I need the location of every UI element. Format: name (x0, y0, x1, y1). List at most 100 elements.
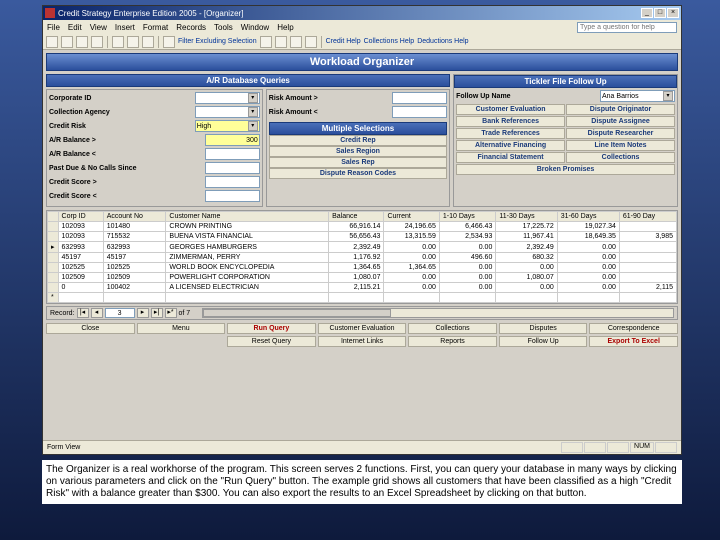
menu-records[interactable]: Records (176, 23, 206, 32)
col-header[interactable]: 11-30 Days (496, 212, 557, 222)
broken-promises-button[interactable]: Broken Promises (456, 164, 675, 175)
table-row[interactable]: 4519745197ZIMMERMAN, PERRY1,176.920.0049… (48, 253, 677, 263)
fin-stmt-button[interactable]: Financial Statement (456, 152, 565, 163)
cut-icon[interactable] (112, 36, 124, 48)
preview-icon[interactable] (91, 36, 103, 48)
table-row[interactable]: 102093715532BUENA VISTA FINANCIAL56,656.… (48, 232, 677, 242)
next-record-button[interactable]: ▸ (137, 308, 149, 318)
col-header[interactable]: 61-90 Day (619, 212, 676, 222)
disputes-button[interactable]: Disputes (499, 323, 588, 334)
copy-icon[interactable] (127, 36, 139, 48)
menu-window[interactable]: Window (241, 23, 269, 32)
prev-record-button[interactable]: ◂ (91, 308, 103, 318)
line-notes-button[interactable]: Line Item Notes (566, 140, 675, 151)
menu-button[interactable]: Menu (137, 323, 226, 334)
risk-label: Credit Risk (49, 123, 193, 130)
risk-select[interactable]: High▾ (195, 120, 260, 132)
record-pos-input[interactable] (105, 308, 135, 318)
menu-edit[interactable]: Edit (68, 23, 82, 32)
deductions-help-link[interactable]: Deductions Help (417, 38, 468, 45)
col-header[interactable]: Current (384, 212, 439, 222)
disp-orig-button[interactable]: Dispute Originator (566, 104, 675, 115)
sales-rep-button[interactable]: Sales Rep (269, 157, 447, 168)
score-lt-input[interactable] (205, 190, 260, 202)
export-to-excel-button[interactable]: Export To Excel (589, 336, 678, 347)
amt-lt-input[interactable] (392, 106, 447, 118)
menu-file[interactable]: File (47, 23, 60, 32)
undo-icon[interactable] (260, 36, 272, 48)
toolbar: Filter Excluding Selection Credit Help C… (43, 34, 681, 50)
cust-eval-button[interactable]: Customer Evaluation (456, 104, 565, 115)
save-icon[interactable] (61, 36, 73, 48)
query-panel-mid: Risk Amount > Risk Amount < Multiple Sel… (266, 89, 450, 207)
menu-format[interactable]: Format (143, 23, 168, 32)
col-header[interactable]: Customer Name (166, 212, 329, 222)
sales-region-button[interactable]: Sales Region (269, 146, 447, 157)
collections-help-link[interactable]: Collections Help (364, 38, 415, 45)
reports-button[interactable]: Reports (408, 336, 497, 347)
hscrollbar[interactable] (202, 308, 674, 318)
pastdue-input[interactable] (205, 162, 260, 174)
credit-rep-button[interactable]: Credit Rep (269, 135, 447, 146)
print-icon[interactable] (76, 36, 88, 48)
dispute-reason-button[interactable]: Dispute Reason Codes (269, 168, 447, 179)
bal-gt-label: A/R Balance > (49, 137, 203, 144)
followup-select[interactable]: Ana Barrios▾ (600, 90, 675, 102)
new-record-button[interactable]: ▸* (165, 308, 177, 318)
close-button[interactable]: Close (46, 323, 135, 334)
col-header[interactable]: Corp ID (58, 212, 103, 222)
disp-assign-button[interactable]: Dispute Assignee (566, 116, 675, 127)
col-header[interactable]: Account No (103, 212, 166, 222)
alt-fin-button[interactable]: Alternative Financing (456, 140, 565, 151)
titlebar: Credit Strategy Enterprise Edition 2005 … (43, 6, 681, 20)
col-header[interactable]: 31-60 Days (557, 212, 619, 222)
sort-asc-icon[interactable] (275, 36, 287, 48)
first-record-button[interactable]: |◂ (77, 308, 89, 318)
bank-ref-button[interactable]: Bank References (456, 116, 565, 127)
find-icon[interactable] (305, 36, 317, 48)
collections-button[interactable]: Collections (408, 323, 497, 334)
table-row[interactable]: 102509102509POWERLIGHT CORPORATION1,080.… (48, 273, 677, 283)
filter-excluding-link[interactable]: Filter Excluding Selection (178, 38, 257, 45)
follow-up-button[interactable]: Follow Up (499, 336, 588, 347)
design-icon[interactable] (46, 36, 58, 48)
bal-lt-input[interactable] (205, 148, 260, 160)
reset-query-button[interactable]: Reset Query (227, 336, 316, 347)
agency-select[interactable]: ▾ (195, 106, 260, 118)
minimize-button[interactable]: _ (641, 8, 653, 18)
correspondence-button[interactable]: Correspondence (589, 323, 678, 334)
score-lt-label: Credit Score < (49, 193, 203, 200)
menu-view[interactable]: View (90, 23, 107, 32)
maximize-button[interactable]: □ (654, 8, 666, 18)
internet-links-button[interactable]: Internet Links (318, 336, 407, 347)
table-row[interactable]: 0100402A LICENSED ELECTRICIAN2,115.210.0… (48, 283, 677, 293)
filter-icon[interactable] (163, 36, 175, 48)
paste-icon[interactable] (142, 36, 154, 48)
bal-gt-input[interactable] (205, 134, 260, 146)
help-search-input[interactable] (577, 22, 677, 33)
pastdue-label: Past Due & No Calls Since (49, 165, 203, 172)
run-query-button[interactable]: Run Query (227, 323, 316, 334)
menu-tools[interactable]: Tools (214, 23, 233, 32)
agency-label: Collection Agency (49, 109, 193, 116)
statusbar: Form View NUM (43, 440, 681, 454)
menu-help[interactable]: Help (277, 23, 293, 32)
customer-evaluation-button[interactable]: Customer Evaluation (318, 323, 407, 334)
corp-id-select[interactable]: ▾ (195, 92, 260, 104)
amt-gt-input[interactable] (392, 92, 447, 104)
last-record-button[interactable]: ▸| (151, 308, 163, 318)
table-row[interactable]: 102525102525WORLD BOOK ENCYCLOPEDIA1,364… (48, 263, 677, 273)
table-row[interactable]: 102093101480CROWN PRINTING66,916.1424,19… (48, 222, 677, 232)
ar-queries-header: A/R Database Queries (46, 74, 450, 87)
score-gt-input[interactable] (205, 176, 260, 188)
credit-help-link[interactable]: Credit Help (326, 38, 361, 45)
table-row[interactable]: ▸632993632993GEORGES HAMBURGERS2,392.490… (48, 242, 677, 253)
trade-ref-button[interactable]: Trade References (456, 128, 565, 139)
sort-desc-icon[interactable] (290, 36, 302, 48)
menu-insert[interactable]: Insert (115, 23, 135, 32)
col-header[interactable]: 1-10 Days (439, 212, 495, 222)
collections-button[interactable]: Collections (566, 152, 675, 163)
close-button[interactable]: × (667, 8, 679, 18)
disp-research-button[interactable]: Dispute Researcher (566, 128, 675, 139)
col-header[interactable]: Balance (329, 212, 384, 222)
